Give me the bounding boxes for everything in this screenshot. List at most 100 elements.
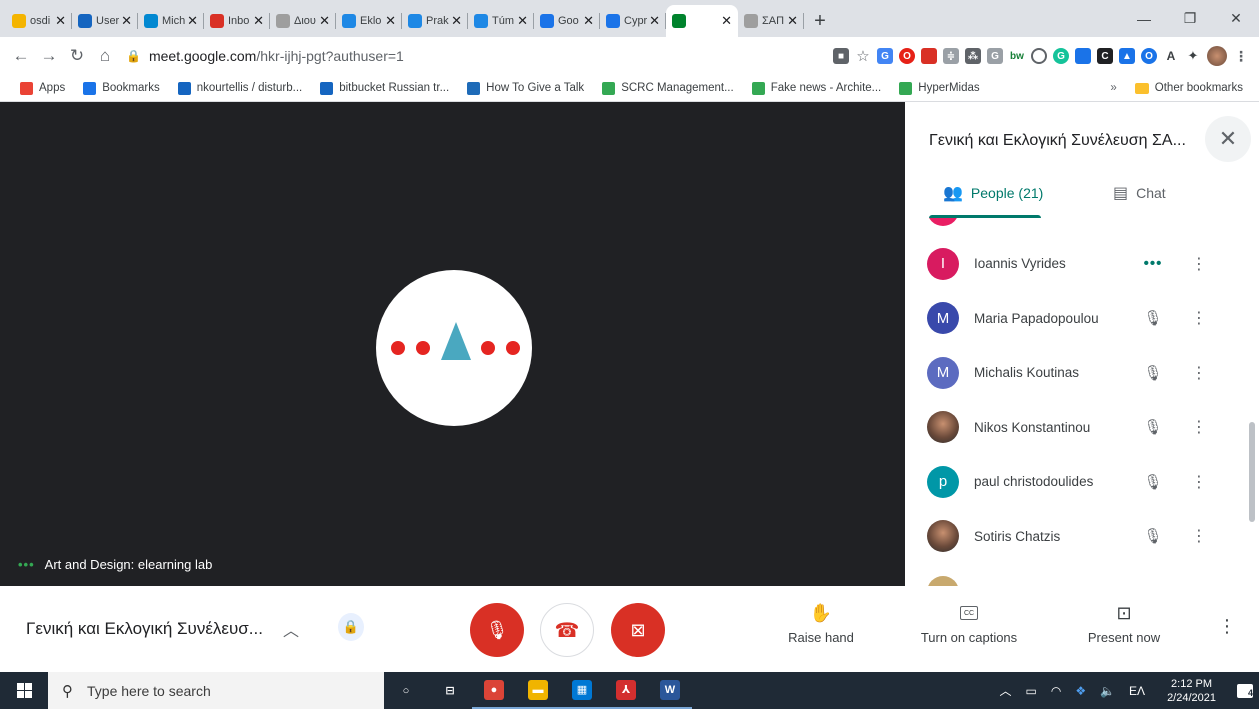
participant-row[interactable]: Nikos Konstantinou 🎙 ⋮ <box>905 400 1245 455</box>
arrow-extension-icon[interactable]: ▲ <box>1119 48 1135 64</box>
task-view-icon[interactable]: ⊟ <box>428 672 472 709</box>
cortana-icon[interactable]: ○ <box>384 672 428 709</box>
camera-blocked-icon[interactable]: ■ <box>833 48 849 64</box>
close-panel-button[interactable]: ✕ <box>1205 116 1251 162</box>
browser-tab[interactable]: Prak ✕ <box>402 5 468 37</box>
meeting-title[interactable]: Γενική και Εκλογική Συνέλευσ... <box>26 619 263 639</box>
grammar-extension-icon[interactable]: G <box>987 48 1003 64</box>
tab-close-icon[interactable]: ✕ <box>787 13 798 29</box>
bookmark-item[interactable]: bitbucket Russian tr... <box>320 81 449 95</box>
window-close-icon[interactable]: ✕ <box>1213 0 1259 37</box>
browser-menu-icon[interactable]: ⋮ <box>1233 48 1249 64</box>
home-icon[interactable]: ⌂ <box>92 41 118 71</box>
tab-close-icon[interactable]: ✕ <box>583 13 594 29</box>
tab-close-icon[interactable]: ✕ <box>451 13 462 29</box>
leave-call-button[interactable]: ☎ <box>540 603 594 657</box>
host-controls-shield-icon[interactable]: 🔒 <box>338 613 364 641</box>
participant-more-icon[interactable]: ⋮ <box>1191 417 1207 437</box>
browser-tab[interactable]: osdi ✕ <box>6 5 72 37</box>
chevron-up-icon[interactable]: ︿ <box>283 617 299 641</box>
forward-icon[interactable]: → <box>36 41 62 71</box>
bookmark-item[interactable]: HyperMidas <box>899 81 980 95</box>
captions-button[interactable]: CC Turn on captions <box>914 600 1024 645</box>
dropbox-tray-icon[interactable]: ❖ <box>1075 684 1086 698</box>
participant-list-scrollbar[interactable] <box>1249 422 1255 522</box>
browser-tab[interactable]: Inbo ✕ <box>204 5 270 37</box>
circle-extension-icon[interactable] <box>1031 48 1047 64</box>
tab-close-icon[interactable]: ✕ <box>721 13 732 29</box>
participant-more-icon[interactable]: ⋮ <box>1191 363 1207 383</box>
browser-tab[interactable]: Goo ✕ <box>534 5 600 37</box>
browser-tab[interactable]: ✕ <box>666 5 738 37</box>
start-button[interactable] <box>0 672 48 709</box>
participant-row[interactable]: Sotiris Chatzis 🎙 ⋮ <box>905 509 1245 564</box>
participant-more-icon[interactable]: ⋮ <box>1191 526 1207 546</box>
browser-tab[interactable]: User ✕ <box>72 5 138 37</box>
spell-extension-icon[interactable]: A <box>1163 48 1179 64</box>
tab-people[interactable]: 👥 People (21) <box>943 168 1043 218</box>
bookmarks-overflow-button[interactable]: » <box>1110 82 1116 94</box>
camera-toggle-button[interactable]: ⊠ <box>611 603 665 657</box>
bookmark-item[interactable]: Bookmarks <box>83 81 160 95</box>
volume-muted-icon[interactable]: 🔈 <box>1100 684 1115 698</box>
browser-tab[interactable]: Διου ✕ <box>270 5 336 37</box>
participant-row[interactable]: M Maria Papadopoulou 🎙 ⋮ <box>905 291 1245 346</box>
chrome-icon[interactable]: ● <box>472 672 516 709</box>
file-explorer-icon[interactable]: ▬ <box>516 672 560 709</box>
blue-extension-icon[interactable] <box>1075 48 1091 64</box>
browser-tab[interactable]: Túm ✕ <box>468 5 534 37</box>
network-icon[interactable]: ▭ <box>1025 684 1036 698</box>
tab-close-icon[interactable]: ✕ <box>517 13 528 29</box>
participant-more-icon[interactable]: ⋮ <box>1191 254 1207 274</box>
tab-close-icon[interactable]: ✕ <box>187 13 198 29</box>
bookmark-item[interactable]: SCRC Management... <box>602 81 734 95</box>
bookmark-item[interactable]: Fake news - Archite... <box>751 81 881 95</box>
participant-row[interactable]: I Ioannis Vyrides ••• ⋮ <box>905 236 1245 291</box>
tab-close-icon[interactable]: ✕ <box>649 13 660 29</box>
bookmark-star-icon[interactable]: ☆ <box>855 48 871 65</box>
opera-extension-icon[interactable]: O <box>899 48 915 64</box>
tab-close-icon[interactable]: ✕ <box>385 13 396 29</box>
tray-chevron-icon[interactable]: ︿ <box>999 682 1011 699</box>
participant-more-icon[interactable]: ⋮ <box>1191 308 1207 328</box>
dropbox-extension-icon[interactable]: ≑ <box>943 48 959 64</box>
puzzle-extension-icon[interactable]: ⁂ <box>965 48 981 64</box>
address-bar[interactable]: 🔒 meet.google.com/hkr-ijhj-pgt?authuser=… <box>126 41 616 71</box>
raise-hand-button[interactable]: ✋ Raise hand <box>766 600 876 646</box>
red-extension-icon[interactable] <box>921 48 937 64</box>
bookmark-item[interactable]: nkourtellis / disturb... <box>177 81 302 95</box>
grammarly-extension-icon[interactable]: G <box>1053 48 1069 64</box>
mic-toggle-button[interactable]: 🎙 <box>470 603 524 657</box>
reload-icon[interactable]: ↻ <box>64 41 90 71</box>
store-icon[interactable]: ▦ <box>560 672 604 709</box>
tab-close-icon[interactable]: ✕ <box>121 13 132 29</box>
bw-extension-icon[interactable]: bw <box>1009 48 1025 64</box>
tab-close-icon[interactable]: ✕ <box>55 13 66 29</box>
back-icon[interactable]: ← <box>8 41 34 71</box>
acrobat-icon[interactable]: ⅄ <box>604 672 648 709</box>
minimize-icon[interactable]: — <box>1121 0 1167 37</box>
tab-close-icon[interactable]: ✕ <box>319 13 330 29</box>
participant-row[interactable]: M Michalis Koutinas 🎙 ⋮ <box>905 345 1245 400</box>
o-extension-icon[interactable]: O <box>1141 48 1157 64</box>
other-bookmarks-button[interactable]: Other bookmarks <box>1155 82 1243 94</box>
wifi-icon[interactable]: ◠ <box>1051 684 1061 698</box>
browser-tab[interactable]: ΣΑΠ ✕ <box>738 5 804 37</box>
browser-tab[interactable]: Mich ✕ <box>138 5 204 37</box>
profile-avatar[interactable] <box>1207 46 1227 66</box>
translate-extension-icon[interactable]: G <box>877 48 893 64</box>
present-now-button[interactable]: ⊡ Present now <box>1069 600 1179 646</box>
tab-close-icon[interactable]: ✕ <box>253 13 264 29</box>
bookmark-item[interactable]: Apps <box>20 81 65 95</box>
extensions-puzzle-icon[interactable]: ✦ <box>1185 48 1201 64</box>
browser-tab[interactable]: Cypr ✕ <box>600 5 666 37</box>
restore-icon[interactable]: ❐ <box>1167 0 1213 37</box>
word-icon[interactable]: W <box>648 672 692 709</box>
clock[interactable]: 2:12 PM 2/24/2021 <box>1160 677 1223 705</box>
browser-tab[interactable]: Eklo ✕ <box>336 5 402 37</box>
tab-chat[interactable]: ▤ Chat <box>1113 168 1166 218</box>
participant-more-icon[interactable]: ⋮ <box>1191 472 1207 492</box>
new-tab-button[interactable]: + <box>804 5 836 37</box>
dark-extension-icon[interactable]: C <box>1097 48 1113 64</box>
participant-row[interactable]: p paul christodoulides 🎙 ⋮ <box>905 454 1245 509</box>
